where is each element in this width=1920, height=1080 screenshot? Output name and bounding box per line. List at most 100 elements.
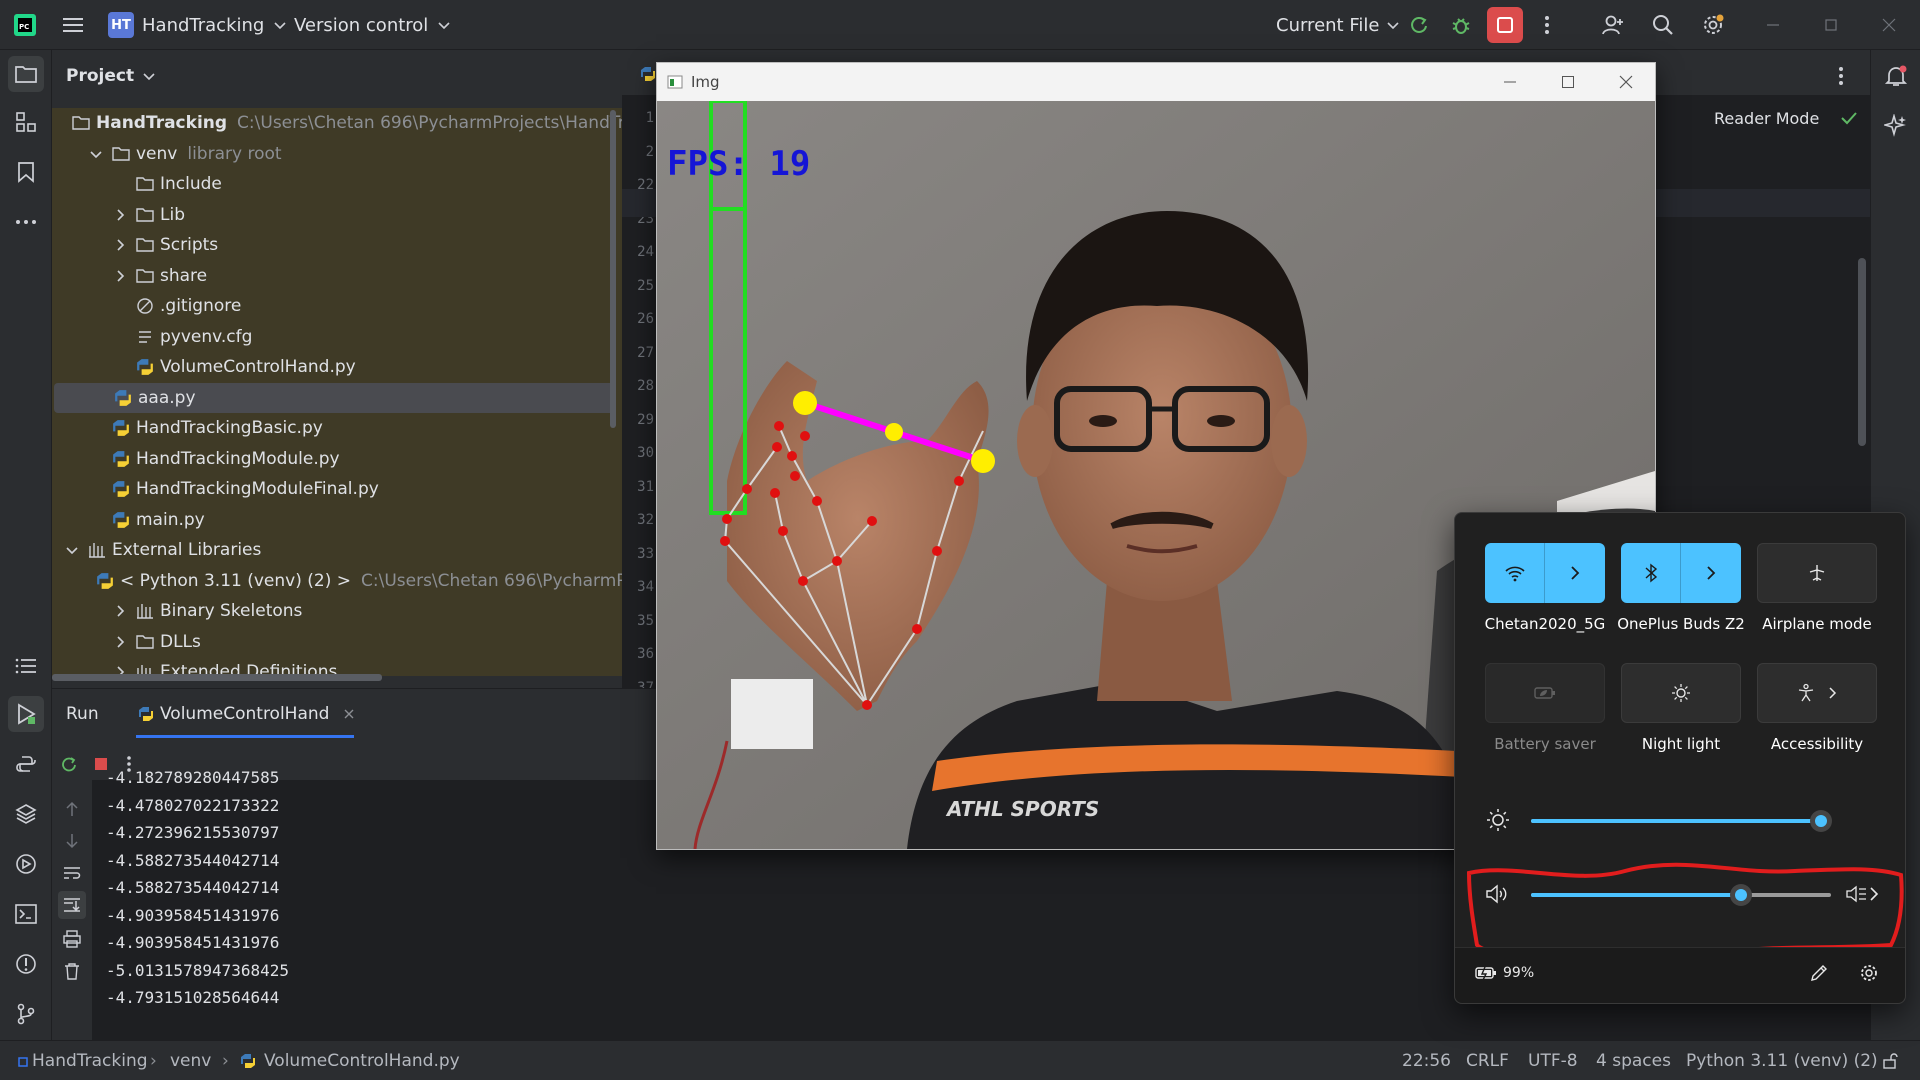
scroll-up-icon[interactable] [60,797,84,821]
chevron-right-icon[interactable] [1545,543,1605,603]
breadcrumb-file[interactable]: VolumeControlHand.py [264,1051,460,1071]
run-config-selector[interactable]: Current File [1276,11,1401,39]
project-tool-icon[interactable] [8,56,44,92]
run-tab-title[interactable]: Run [66,704,99,724]
more-actions-icon[interactable] [1536,10,1558,40]
airplane-mode-tile[interactable] [1757,543,1877,603]
rerun-icon[interactable] [56,751,82,777]
maximize-window-icon[interactable] [1561,75,1575,89]
tree-row-file[interactable]: HandTrackingBasic.py [52,413,622,443]
project-selector[interactable]: HT HandTracking [108,11,288,39]
edit-pencil-icon[interactable] [1809,963,1829,983]
version-control-menu[interactable]: Version control [294,11,452,39]
tree-vertical-scrollbar[interactable] [610,110,616,428]
python-console-icon[interactable] [8,746,44,782]
settings-gear-icon[interactable] [1698,10,1728,40]
tree-row-file[interactable]: HandTrackingModuleFinal.py [52,474,622,504]
run-tool-icon[interactable] [8,696,44,732]
chevron-right-icon[interactable] [1828,686,1838,700]
rerun-icon[interactable] [1404,10,1434,40]
notifications-bell-icon[interactable] [1878,58,1914,94]
tree-row-file[interactable]: HandTrackingModule.py [52,444,622,474]
editor-more-icon[interactable] [1838,66,1844,86]
chevron-right-icon[interactable] [112,207,128,223]
chevron-right-icon[interactable] [112,603,128,619]
tree-row-node[interactable]: HandTracking C:\Users\Chetan 696\PycharmP… [52,108,622,138]
brightness-slider-thumb[interactable] [1810,810,1832,832]
more-tools-icon[interactable] [8,204,44,240]
minimize-window-icon[interactable] [1503,75,1517,89]
python-packages-icon[interactable] [8,796,44,832]
debug-icon[interactable] [1446,10,1476,40]
breadcrumb-venv[interactable]: venv [170,1051,211,1071]
night-light-tile[interactable] [1621,663,1741,723]
chevron-right-icon[interactable] [112,237,128,253]
tree-row-node[interactable]: Include [52,169,622,199]
search-icon[interactable] [1648,10,1678,40]
tree-row-node[interactable]: .gitignore [52,291,622,321]
chevron-right-icon[interactable] [1681,543,1741,603]
chevron-right-icon[interactable] [112,268,128,284]
tree-row-node[interactable]: Scripts [52,230,622,260]
tree-row-node[interactable]: pyvenv.cfg [52,322,622,352]
services-tool-icon[interactable] [8,846,44,882]
brightness-slider[interactable] [1531,810,1832,832]
editor-tab-python-icon[interactable] [640,66,656,82]
battery-indicator[interactable]: 99% [1475,965,1534,981]
scroll-down-icon[interactable] [60,829,84,853]
scroll-to-end-icon[interactable] [58,891,86,919]
bluetooth-tile[interactable] [1621,543,1741,603]
line-separator[interactable]: CRLF [1466,1051,1509,1071]
ai-assistant-sparkle-icon[interactable] [1878,108,1914,144]
tree-row-file[interactable]: VolumeControlHand.py [52,352,622,382]
git-tool-icon[interactable] [8,996,44,1032]
problems-tool-icon[interactable] [8,946,44,982]
breadcrumb-project[interactable]: HandTracking [32,1051,148,1071]
file-encoding[interactable]: UTF-8 [1528,1051,1578,1071]
todo-tool-icon[interactable] [8,648,44,684]
tree-row-file[interactable]: aaa.py [54,382,616,413]
bookmarks-tool-icon[interactable] [8,154,44,190]
stop-button[interactable] [1487,7,1523,43]
close-window-icon[interactable] [1876,12,1902,38]
structure-tool-icon[interactable] [8,104,44,140]
tree-row-node[interactable]: share [52,261,622,291]
editor-vertical-scrollbar[interactable] [1858,258,1866,446]
maximize-window-icon[interactable] [1818,12,1844,38]
camera-window-titlebar[interactable]: Img [657,63,1655,101]
minimize-window-icon[interactable] [1760,12,1786,38]
close-tab-icon[interactable] [343,708,355,720]
pycharm-logo-icon[interactable]: PC [14,14,36,36]
tree-row-node[interactable]: venv library root [52,139,622,169]
tree-row-node[interactable]: External Libraries [52,535,622,565]
print-icon[interactable] [60,927,84,951]
tree-row-node[interactable]: DLLs [52,627,622,657]
chevron-down-icon[interactable] [88,146,104,162]
chevron-down-icon[interactable] [64,542,80,558]
tree-row-file[interactable]: main.py [52,505,622,535]
tree-row-file[interactable]: < Python 3.11 (venv) (2) > C:\Users\Cheta… [52,566,622,596]
reader-mode-button[interactable]: Reader Mode [1714,109,1819,128]
tree-row-node[interactable]: Binary Skeletons [52,596,622,626]
project-panel-header[interactable]: Project [66,66,156,86]
caret-position[interactable]: 22:56 [1402,1051,1451,1071]
wifi-tile[interactable] [1485,543,1605,603]
trash-icon[interactable] [60,959,84,983]
settings-gear-icon[interactable] [1859,963,1879,983]
version-control-label: Version control [294,14,429,36]
run-file-tab[interactable]: VolumeControlHand [138,701,355,727]
lock-open-icon[interactable] [1882,1053,1898,1069]
interpreter-selector[interactable]: Python 3.11 (venv) (2) [1686,1051,1878,1071]
add-user-icon[interactable] [1598,10,1628,40]
tree-row-node[interactable]: Lib [52,200,622,230]
chevron-right-icon[interactable] [112,634,128,650]
indent-setting[interactable]: 4 spaces [1596,1051,1671,1071]
tree-horizontal-scrollbar[interactable] [52,674,382,681]
terminal-tool-icon[interactable] [8,896,44,932]
soft-wrap-icon[interactable] [60,861,84,885]
line-number: 35 [637,612,654,629]
accessibility-tile[interactable] [1757,663,1877,723]
python-file-icon [139,707,153,721]
main-menu-icon[interactable] [60,12,86,38]
close-window-icon[interactable] [1619,75,1633,89]
